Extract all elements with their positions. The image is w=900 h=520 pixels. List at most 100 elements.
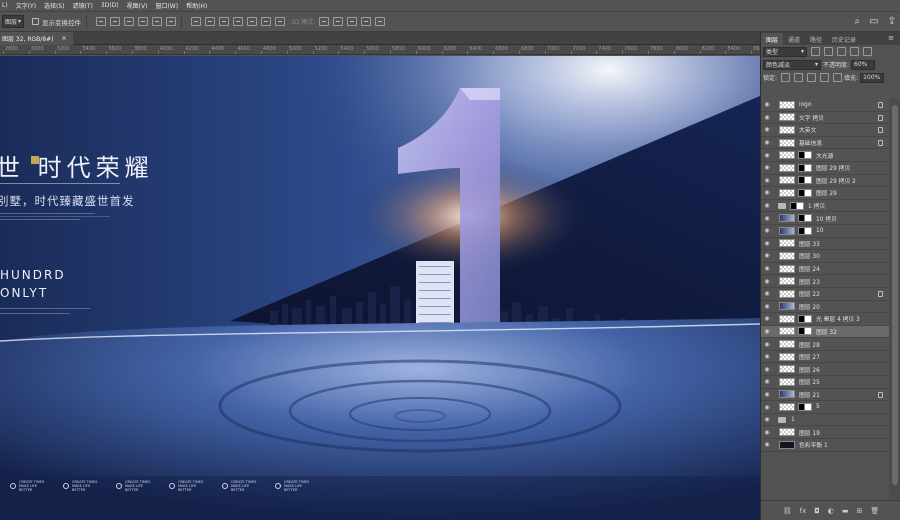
3d-pan-icon[interactable] xyxy=(347,17,358,26)
show-transform-checkbox[interactable]: 显示变换控件 xyxy=(32,17,81,27)
distribute-top-icon[interactable] xyxy=(191,17,201,26)
layer-row[interactable]: ◉ 图层 24 xyxy=(761,263,889,276)
menu-item-0[interactable]: L) xyxy=(2,2,8,9)
layer-row[interactable]: ◉ 图层 23 xyxy=(761,275,889,288)
new-layer-icon[interactable]: ⊞ xyxy=(857,507,863,515)
3d-slide-icon[interactable] xyxy=(361,17,372,26)
layer-row[interactable]: ◉ 图层 27 xyxy=(761,351,889,364)
layer-row[interactable]: ◉ 图层 33 xyxy=(761,238,889,251)
menu-item-1[interactable]: 文字(Y) xyxy=(16,1,36,10)
eye-icon[interactable]: ◉ xyxy=(761,378,773,385)
layer-row[interactable]: ◉ 光 晕层 4 拷贝 3 xyxy=(761,313,889,326)
eye-icon[interactable]: ◉ xyxy=(761,290,773,297)
eye-icon[interactable]: ◉ xyxy=(761,416,773,423)
link-icon[interactable]: ⛓ xyxy=(783,507,792,515)
eye-icon[interactable]: ◉ xyxy=(761,315,773,322)
layer-row[interactable]: ◉ logo xyxy=(761,99,889,112)
eye-icon[interactable]: ◉ xyxy=(761,278,773,285)
eye-icon[interactable]: ◉ xyxy=(761,404,773,411)
eye-icon[interactable]: ◉ xyxy=(761,215,773,222)
layer-row[interactable]: ◉ 10 拷贝 xyxy=(761,212,889,225)
distribute-spacing-icon[interactable] xyxy=(275,17,285,26)
panel-tab-1[interactable]: 通道 xyxy=(783,33,805,45)
menu-item-7[interactable]: 帮助(H) xyxy=(186,1,207,10)
close-icon[interactable]: × xyxy=(62,35,67,42)
filter-adjustment-icon[interactable] xyxy=(824,47,833,56)
panel-menu-icon[interactable]: ≡ xyxy=(888,34,894,42)
trash-icon[interactable]: 🗑 xyxy=(870,507,879,515)
panel-tab-0[interactable]: 图层 xyxy=(761,33,784,45)
lock-position-icon[interactable] xyxy=(807,73,817,82)
eye-icon[interactable]: ◉ xyxy=(761,303,773,310)
eye-icon[interactable]: ◉ xyxy=(761,240,773,247)
layer-row[interactable]: ◉ 图层 29 拷贝 xyxy=(761,162,889,175)
auto-select-dropdown[interactable]: 图层 ▾ xyxy=(2,15,24,28)
layer-row[interactable]: ◉ 图层 29 拷贝 2 xyxy=(761,175,889,188)
distribute-bottom-icon[interactable] xyxy=(219,17,229,26)
fill-field[interactable]: 100% xyxy=(860,72,885,83)
layer-row[interactable]: ◉ 大英文 xyxy=(761,124,889,137)
layer-row[interactable]: ◉ 图层 32 xyxy=(761,325,889,339)
eye-icon[interactable]: ◉ xyxy=(761,441,773,448)
distribute-right-icon[interactable] xyxy=(261,17,271,26)
document-tab[interactable]: 图层 32, RGB/8#) × xyxy=(0,32,73,45)
layer-row[interactable]: ◉ 5 xyxy=(761,401,889,414)
folder-icon[interactable]: ▬ xyxy=(842,507,849,515)
layer-row[interactable]: ◉ 色彩平衡 1 xyxy=(761,439,889,452)
layer-row[interactable]: ◉ 图层 22 xyxy=(761,288,889,301)
layer-row[interactable]: ◉ 图层 28 xyxy=(761,338,889,351)
eye-icon[interactable]: ◉ xyxy=(761,177,773,184)
eye-icon[interactable]: ◉ xyxy=(761,227,773,234)
eye-icon[interactable]: ◉ xyxy=(761,391,773,398)
layer-row[interactable]: ◉ 1 拷贝 xyxy=(761,200,889,213)
eye-icon[interactable]: ◉ xyxy=(761,126,773,133)
layer-row[interactable]: ◉ 图层 30 xyxy=(761,250,889,263)
eye-icon[interactable]: ◉ xyxy=(761,202,773,209)
align-center-icon[interactable] xyxy=(110,17,120,26)
eye-icon[interactable]: ◉ xyxy=(761,101,773,108)
menu-item-2[interactable]: 选择(S) xyxy=(44,1,65,10)
layer-row[interactable]: ◉ 10 xyxy=(761,225,889,238)
lock-all-icon[interactable] xyxy=(833,73,843,82)
3d-rotate-icon[interactable] xyxy=(319,17,330,26)
layer-row[interactable]: ◉ 图层 19 xyxy=(761,426,889,440)
layer-row[interactable]: ◉ 图层 25 xyxy=(761,376,889,389)
lock-transparent-icon[interactable] xyxy=(781,73,791,82)
filter-pixel-icon[interactable] xyxy=(811,47,820,56)
share-icon[interactable]: ⇪ xyxy=(888,16,896,27)
filter-shape-icon[interactable] xyxy=(850,47,859,56)
align-left-icon[interactable] xyxy=(96,17,106,26)
3d-roll-icon[interactable] xyxy=(333,17,344,26)
menu-item-3[interactable]: 滤镜(T) xyxy=(73,1,93,10)
eye-icon[interactable]: ◉ xyxy=(761,164,773,171)
eye-icon[interactable]: ◉ xyxy=(761,189,773,196)
lock-artboard-icon[interactable] xyxy=(820,73,830,82)
eye-icon[interactable]: ◉ xyxy=(761,252,773,259)
eye-icon[interactable]: ◉ xyxy=(761,341,773,348)
eye-icon[interactable]: ◉ xyxy=(761,328,773,335)
scrollbar-thumb[interactable] xyxy=(892,105,898,485)
canvas[interactable]: 世 时代荣耀 别墅，时代臻藏盛世首发 HUNDRD ONLYT CREATE T… xyxy=(0,56,760,520)
distribute-left-icon[interactable] xyxy=(233,17,243,26)
layer-list-scrollbar[interactable] xyxy=(889,99,900,499)
eye-icon[interactable]: ◉ xyxy=(761,265,773,272)
eye-icon[interactable]: ◉ xyxy=(761,139,773,146)
eye-icon[interactable]: ◉ xyxy=(761,366,773,373)
eye-icon[interactable]: ◉ xyxy=(761,152,773,159)
layer-row[interactable]: ◉ 图层 26 xyxy=(761,363,889,377)
blend-mode-dropdown[interactable]: 颜色减淡 ▾ xyxy=(763,59,821,70)
lock-paint-icon[interactable] xyxy=(794,73,804,82)
layer-row[interactable]: ◉ 大光源 xyxy=(761,149,889,162)
align-right-icon[interactable] xyxy=(124,17,134,26)
layer-row[interactable]: ◉ 图层 21 xyxy=(761,389,889,402)
panel-tab-2[interactable]: 路径 xyxy=(805,33,827,45)
horizontal-ruler[interactable]: 2800 3000 3200 3400 3600 3800 4000 4200 4400 4600… xyxy=(0,45,760,55)
3d-scale-icon[interactable] xyxy=(375,17,386,26)
layer-row[interactable]: ◉ 基础信息 xyxy=(761,137,889,150)
layer-row[interactable]: ◉ 1 xyxy=(761,414,889,427)
filter-kind-dropdown[interactable]: 类型 ▾ xyxy=(763,46,807,57)
fx-icon[interactable]: fx xyxy=(800,507,807,515)
distribute-middle-icon[interactable] xyxy=(205,17,215,26)
align-top-icon[interactable] xyxy=(138,17,148,26)
eye-icon[interactable]: ◉ xyxy=(761,114,773,121)
